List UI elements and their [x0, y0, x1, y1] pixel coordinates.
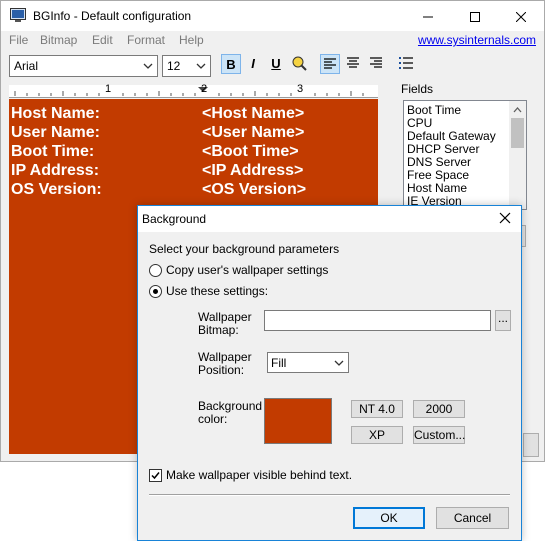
font-size-select[interactable]: 12	[162, 55, 211, 77]
font-value: Arial	[14, 59, 39, 73]
scroll-thumb[interactable]	[511, 118, 524, 148]
ruler-mark-1: 1	[105, 83, 112, 95]
menu-bitmap[interactable]: Bitmap	[40, 33, 77, 47]
editor-label: Host Name:	[11, 105, 100, 122]
wallpaper-position-select[interactable]: Fill	[267, 352, 349, 373]
align-center-icon	[347, 57, 359, 68]
menu-format[interactable]: Format	[127, 33, 165, 47]
list-item[interactable]: Free Space	[407, 168, 469, 182]
corner-button[interactable]	[523, 433, 539, 457]
editor-value: <Host Name>	[202, 105, 305, 122]
list-item[interactable]: CPU	[407, 116, 432, 130]
chevron-down-icon	[143, 63, 153, 69]
align-left-button[interactable]	[320, 54, 340, 74]
list-item[interactable]: Host Name	[407, 181, 467, 195]
image-insert-icon	[292, 56, 307, 71]
title-bar: BGInfo - Default configuration	[1, 1, 544, 31]
maximize-icon	[470, 12, 480, 23]
bginfo-app-icon	[10, 8, 26, 22]
insert-image-button[interactable]	[289, 54, 309, 74]
bullet-list-button[interactable]	[396, 54, 416, 74]
align-right-icon	[370, 57, 382, 68]
2000-preset-button[interactable]: 2000	[413, 400, 465, 418]
underline-button[interactable]: U	[266, 54, 286, 74]
minimize-button[interactable]	[405, 1, 451, 31]
editor-label: Boot Time:	[11, 143, 95, 160]
editor-value: <OS Version>	[202, 181, 307, 198]
ruler-ticks	[14, 87, 364, 96]
list-item[interactable]: Boot Time	[407, 103, 461, 117]
custom-color-button[interactable]: Custom...	[413, 426, 465, 444]
close-icon[interactable]	[497, 210, 513, 226]
menu-help[interactable]: Help	[179, 33, 204, 47]
wallpaper-visible-label[interactable]: Make wallpaper visible behind text.	[166, 469, 352, 482]
align-left-icon	[324, 58, 336, 69]
wallpaper-position-label: Wallpaper Position:	[198, 350, 252, 377]
fields-label: Fields	[401, 82, 434, 96]
chevron-down-icon	[196, 63, 206, 69]
align-center-button[interactable]	[343, 54, 363, 74]
close-button[interactable]	[498, 1, 544, 31]
dialog-divider	[149, 494, 510, 496]
checkmark-icon	[151, 472, 160, 480]
bullet-list-icon	[399, 57, 413, 69]
align-right-button[interactable]	[366, 54, 386, 74]
dialog-title: Background	[142, 212, 207, 226]
editor-label: OS Version:	[11, 181, 102, 198]
menu-edit[interactable]: Edit	[92, 33, 113, 47]
sysinternals-link[interactable]: www.sysinternals.com	[418, 33, 536, 47]
fields-list[interactable]: Boot Time CPU Default Gateway DHCP Serve…	[403, 100, 527, 210]
xp-preset-button[interactable]: XP	[351, 426, 403, 444]
ruler: 1 2 3	[9, 83, 378, 98]
wallpaper-visible-checkbox[interactable]	[149, 469, 162, 482]
background-color-swatch[interactable]	[264, 398, 332, 444]
wallpaper-position-value: Fill	[271, 356, 287, 370]
background-dialog: Background Select your background parame…	[137, 205, 522, 541]
editor-value: <User Name>	[202, 124, 305, 141]
maximize-button[interactable]	[452, 1, 498, 31]
cancel-button[interactable]: Cancel	[436, 507, 509, 529]
fields-scrollbar[interactable]	[509, 101, 526, 209]
chevron-down-icon	[334, 360, 344, 366]
copy-wallpaper-label[interactable]: Copy user's wallpaper settings	[166, 264, 328, 277]
browse-button[interactable]: ...	[495, 310, 511, 331]
ruler-mark-3: 3	[297, 83, 304, 95]
menu-file[interactable]: File	[9, 33, 28, 47]
close-icon	[515, 11, 527, 23]
list-item[interactable]: DNS Server	[407, 155, 471, 169]
list-item[interactable]: DHCP Server	[407, 142, 479, 156]
menu-bar: File Bitmap Edit Format Help www.sysinte…	[1, 31, 544, 50]
dialog-prompt: Select your background parameters	[149, 242, 340, 256]
background-color-label: Background color:	[198, 399, 263, 426]
editor-label: IP Address:	[11, 162, 100, 179]
editor-label: User Name:	[11, 124, 100, 141]
copy-wallpaper-radio[interactable]	[149, 264, 162, 277]
wallpaper-bitmap-input[interactable]	[264, 310, 491, 331]
dialog-title-bar: Background	[138, 206, 521, 232]
ok-button[interactable]: OK	[353, 507, 425, 529]
list-item[interactable]: Default Gateway	[407, 129, 496, 143]
editor-value: <Boot Time>	[202, 143, 299, 160]
scroll-up-icon	[513, 107, 522, 113]
ruler-mark-2: 2	[201, 83, 208, 95]
font-select[interactable]: Arial	[9, 55, 158, 77]
minimize-icon	[423, 16, 433, 18]
window-title: BGInfo - Default configuration	[33, 9, 192, 23]
use-settings-label[interactable]: Use these settings:	[166, 285, 268, 298]
nt4-preset-button[interactable]: NT 4.0	[351, 400, 403, 418]
use-settings-radio[interactable]	[149, 285, 162, 298]
bold-button[interactable]: B	[221, 54, 241, 74]
editor-value: <IP Address>	[202, 162, 304, 179]
font-size-value: 12	[167, 59, 181, 73]
wallpaper-bitmap-label: Wallpaper Bitmap:	[198, 310, 252, 337]
italic-button[interactable]: I	[243, 54, 263, 74]
